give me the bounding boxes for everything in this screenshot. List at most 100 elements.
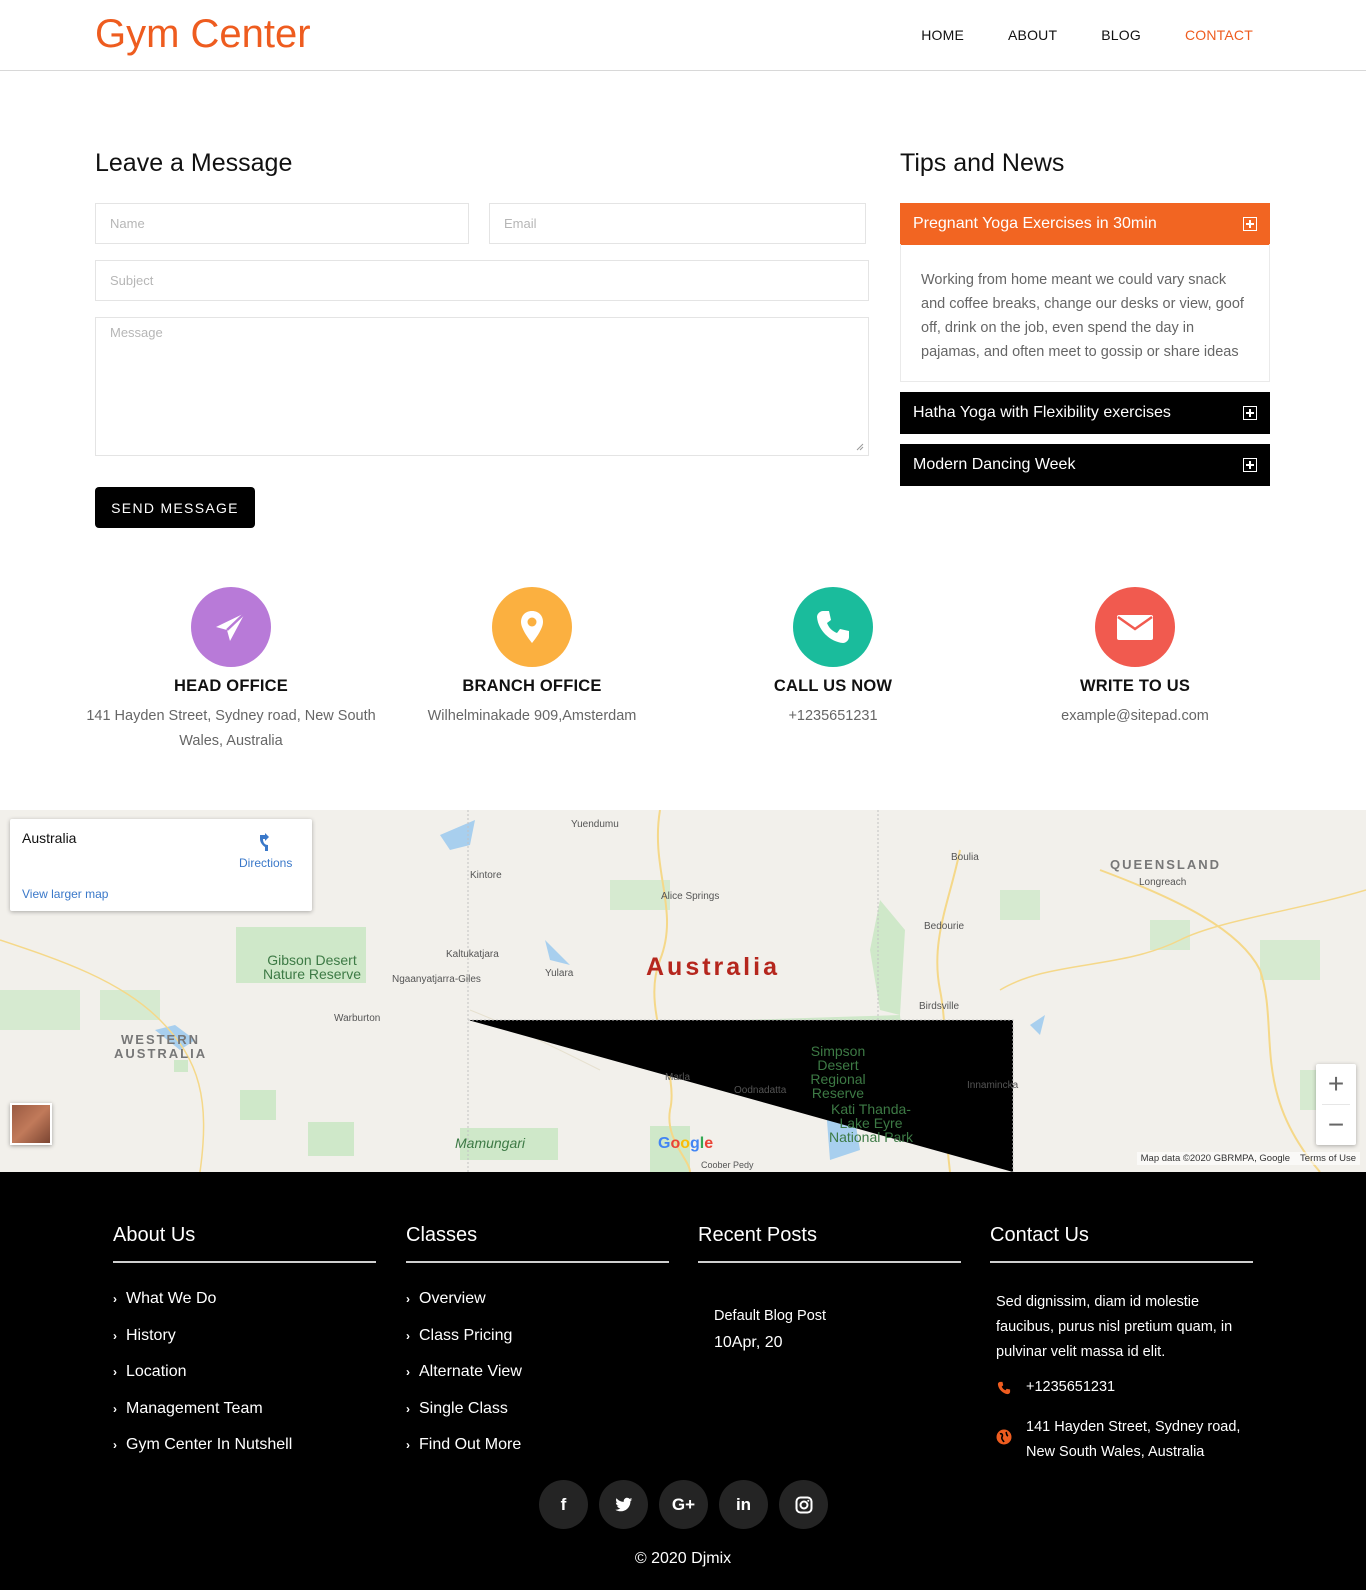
info-label: CALL US NOW xyxy=(773,677,893,695)
directions-icon[interactable] xyxy=(256,831,278,853)
footer-heading: Classes xyxy=(406,1224,669,1263)
accordion-title: Modern Dancing Week xyxy=(913,456,1076,473)
form-title: Leave a Message xyxy=(95,149,293,177)
recent-post-link[interactable]: Default Blog Post xyxy=(714,1308,961,1324)
link-text: Management Team xyxy=(126,1399,263,1417)
paper-plane-icon xyxy=(191,587,271,667)
subject-input[interactable] xyxy=(95,260,869,301)
footer-about: About Us › What We Do › History › Location … xyxy=(113,1224,376,1472)
footer-link-what-we-do[interactable]: › What We Do xyxy=(113,1289,376,1309)
chevron-right-icon: › xyxy=(113,1292,117,1306)
accordion-body-text: Working from home meant we could vary sn… xyxy=(921,272,1244,360)
link-text: Find Out More xyxy=(419,1436,522,1453)
site-logo[interactable]: Gym Center xyxy=(95,12,311,57)
info-label: WRITE TO US xyxy=(1079,677,1191,695)
site-header: Gym Center HOME ABOUT BLOG CONTACT xyxy=(0,0,1366,71)
footer-link-nutshell[interactable]: › Gym Center In Nutshell xyxy=(113,1435,376,1455)
footer-link-management-team[interactable]: › Management Team xyxy=(113,1399,376,1419)
footer-contact: Contact Us Sed dignissim, diam id molest… xyxy=(990,1224,1253,1465)
message-textarea[interactable] xyxy=(95,317,869,456)
map-label: Kaltukatjara xyxy=(446,949,499,960)
view-larger-map-link[interactable]: View larger map xyxy=(22,887,108,901)
google-plus-icon[interactable]: G+ xyxy=(659,1480,708,1529)
linkedin-icon[interactable]: in xyxy=(719,1480,768,1529)
embedded-map[interactable]: Yuendumu Kintore Alice Springs Boulia QU… xyxy=(0,810,1366,1172)
main-nav: HOME ABOUT BLOG CONTACT xyxy=(921,27,1253,43)
satellite-toggle[interactable] xyxy=(10,1103,52,1145)
footer-link-overview[interactable]: › Overview xyxy=(406,1289,669,1309)
accordion-tab-modern-dancing[interactable]: Modern Dancing Week xyxy=(900,444,1270,486)
name-input[interactable] xyxy=(95,203,469,244)
instagram-icon[interactable] xyxy=(779,1480,828,1529)
map-label: Alice Springs xyxy=(661,891,720,902)
map-label: Birdsville xyxy=(919,1001,960,1012)
footer-link-find-out-more[interactable]: › Find Out More xyxy=(406,1435,669,1455)
map-label: Yulara xyxy=(545,968,574,979)
accordion-tab-pregnant-yoga[interactable]: Pregnant Yoga Exercises in 30min xyxy=(900,203,1270,245)
envelope-icon xyxy=(1095,587,1175,667)
link-text: What We Do xyxy=(126,1290,217,1307)
facebook-icon[interactable]: f xyxy=(539,1480,588,1529)
map-label: Warburton xyxy=(334,1013,381,1024)
chevron-right-icon: › xyxy=(113,1438,117,1452)
map-label: WESTERN xyxy=(121,1032,200,1047)
map-label: Ngaanyatjarra-Giles xyxy=(392,974,481,985)
footer-link-history[interactable]: › History xyxy=(113,1326,376,1346)
nav-contact[interactable]: CONTACT xyxy=(1185,27,1253,43)
terms-link[interactable]: Terms of Use xyxy=(1300,1153,1356,1164)
map-label: AUSTRALIA xyxy=(114,1046,208,1061)
twitter-icon[interactable] xyxy=(599,1480,648,1529)
link-text: Single Class xyxy=(419,1399,508,1417)
map-pin-icon xyxy=(492,587,572,667)
map-label: Innamincka xyxy=(967,1080,1019,1091)
footer-heading: About Us xyxy=(113,1224,376,1263)
link-text: Location xyxy=(126,1363,187,1380)
map-label: Mamungari xyxy=(455,1135,526,1151)
footer-heading: Recent Posts xyxy=(698,1224,961,1263)
map-label: Bedourie xyxy=(924,921,965,932)
info-label: BRANCH OFFICE xyxy=(462,677,602,695)
link-text: Overview xyxy=(419,1290,486,1307)
accordion-tab-hatha-yoga[interactable]: Hatha Yoga with Flexibility exercises xyxy=(900,392,1270,434)
footer-recent-posts: Recent Posts Default Blog Post 10Apr, 20 xyxy=(698,1224,961,1352)
map-place-name: Australia xyxy=(22,830,77,846)
link-text: History xyxy=(126,1326,176,1344)
accordion-title: Pregnant Yoga Exercises in 30min xyxy=(913,215,1157,232)
zoom-out-button[interactable]: − xyxy=(1316,1105,1356,1145)
chevron-right-icon: › xyxy=(406,1292,410,1306)
map-label: Coober Pedy xyxy=(701,1160,754,1170)
chevron-right-icon: › xyxy=(113,1328,117,1343)
info-label: HEAD OFFICE xyxy=(173,677,289,695)
chevron-right-icon: › xyxy=(406,1438,410,1452)
map-attribution: Map data ©2020 GBRMPA, Google Terms of Us… xyxy=(1136,1152,1360,1165)
nav-home[interactable]: HOME xyxy=(921,27,964,43)
info-text: 141 Hayden Street, Sydney road, New Sout… xyxy=(86,708,376,749)
footer-link-class-pricing[interactable]: › Class Pricing xyxy=(406,1326,669,1346)
footer-link-alternate-view[interactable]: › Alternate View xyxy=(406,1362,669,1382)
expand-icon[interactable] xyxy=(1243,458,1257,472)
call-us-block: CALL US NOW +1235651231 xyxy=(683,587,983,729)
tips-title: Tips and News xyxy=(900,149,1065,177)
map-zoom-controls: + − xyxy=(1316,1064,1356,1145)
email-input[interactable] xyxy=(489,203,866,244)
send-message-button[interactable]: SEND MESSAGE xyxy=(95,487,255,528)
map-info-card: Australia Directions View larger map xyxy=(10,819,312,911)
social-links: f G+ in xyxy=(0,1480,1366,1529)
footer-link-single-class[interactable]: › Single Class xyxy=(406,1399,669,1419)
resize-handle-icon[interactable] xyxy=(856,443,864,451)
contact-description: Sed dignissim, diam id molestie faucibus… xyxy=(996,1294,1233,1360)
chevron-right-icon: › xyxy=(406,1328,410,1343)
expand-icon[interactable] xyxy=(1243,217,1257,231)
chevron-right-icon: › xyxy=(113,1365,117,1379)
accordion-title: Hatha Yoga with Flexibility exercises xyxy=(913,404,1171,421)
zoom-in-button[interactable]: + xyxy=(1316,1064,1356,1104)
link-text: Alternate View xyxy=(419,1363,522,1380)
nav-about[interactable]: ABOUT xyxy=(1008,27,1057,43)
nav-blog[interactable]: BLOG xyxy=(1101,27,1141,43)
map-data-credit: Map data ©2020 GBRMPA, Google xyxy=(1140,1153,1291,1164)
globe-icon xyxy=(996,1415,1026,1454)
footer-link-location[interactable]: › Location xyxy=(113,1362,376,1382)
expand-icon[interactable] xyxy=(1243,406,1257,420)
directions-link[interactable]: Directions xyxy=(239,856,292,870)
chevron-right-icon: › xyxy=(406,1365,410,1379)
